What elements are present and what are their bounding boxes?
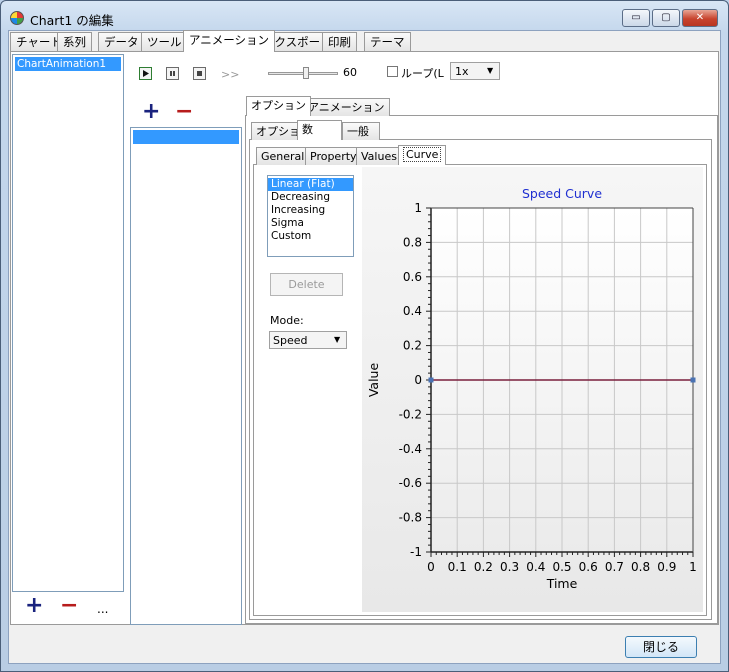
y-tick-label: 0 — [414, 373, 422, 387]
y-tick-label: -0.4 — [399, 442, 422, 456]
remove-step-button[interactable]: − — [175, 101, 193, 123]
x-axis-label: Time — [546, 576, 578, 591]
tab-tools[interactable]: ツール — [141, 32, 188, 51]
close-window-button[interactable]: ✕ — [682, 9, 718, 27]
tab-curve[interactable]: Curve — [398, 145, 447, 165]
step-list[interactable] — [130, 127, 242, 625]
x-tick-label: 0.9 — [657, 560, 676, 574]
x-tick-label: 0.3 — [500, 560, 519, 574]
tab-theme[interactable]: テーマ — [364, 32, 411, 51]
x-tick-label: 0.7 — [605, 560, 624, 574]
add-animation-button[interactable]: + — [25, 595, 43, 617]
more-button[interactable]: ... — [97, 602, 108, 616]
x-tick-label: 0.6 — [579, 560, 598, 574]
slider-value: 60 — [343, 66, 357, 79]
y-tick-label: -1 — [410, 545, 422, 559]
y-tick-label: -0.6 — [399, 476, 422, 490]
app-icon — [10, 11, 24, 25]
animation-list[interactable]: ChartAnimation1 — [12, 54, 124, 592]
chevron-down-icon: ▼ — [487, 66, 494, 75]
stop-button[interactable] — [193, 67, 206, 80]
y-tick-label: -0.8 — [399, 511, 422, 525]
speed-curve-chart: 0 0.1 0.2 0.3 0.4 0.5 0.6 0.7 0.8 0.9 1 1 0.8 0.6 0.4 0… — [362, 167, 703, 612]
pause-icon — [170, 71, 175, 76]
tab-animation-options[interactable]: アニメーション — [303, 98, 390, 116]
series-point — [428, 377, 434, 383]
list-item[interactable]: Custom — [268, 230, 353, 243]
close-button[interactable]: 閉じる — [625, 636, 697, 658]
pause-button[interactable] — [166, 67, 179, 80]
tab-values[interactable]: Values — [356, 147, 402, 165]
y-axis-label: Value — [366, 363, 381, 398]
speed-slider[interactable] — [268, 67, 338, 79]
loop-checkbox[interactable] — [387, 66, 398, 77]
remove-animation-button[interactable]: − — [60, 595, 78, 617]
chevron-down-icon: ▼ — [334, 335, 341, 344]
list-item[interactable]: Linear (Flat) — [268, 178, 353, 191]
x-tick-label: 0.2 — [474, 560, 493, 574]
tab-general-jp[interactable]: 一般 — [342, 122, 380, 140]
y-tick-label: 0.6 — [403, 270, 422, 284]
maximize-button[interactable]: ▢ — [652, 9, 680, 27]
curve-type-list[interactable]: Linear (Flat) Decreasing Increasing Sigm… — [267, 175, 354, 257]
y-tick-label: -0.2 — [399, 407, 422, 421]
series-point — [690, 377, 696, 383]
chart-svg: 0 0.1 0.2 0.3 0.4 0.5 0.6 0.7 0.8 0.9 1 1 0.8 0.6 0.4 0… — [366, 186, 697, 591]
list-item[interactable] — [133, 130, 239, 144]
list-item[interactable]: ChartAnimation1 — [15, 57, 121, 71]
x-tick-label: 0.1 — [448, 560, 467, 574]
y-tick-label: 0.8 — [403, 235, 422, 249]
play-icon — [143, 70, 149, 77]
x-tick-label: 0.4 — [526, 560, 545, 574]
list-item[interactable]: Sigma — [268, 217, 353, 230]
forward-button[interactable]: >> — [221, 68, 239, 81]
minimize-button[interactable]: ▭ — [622, 9, 650, 27]
chart-title: Speed Curve — [522, 186, 602, 201]
mode-label: Mode: — [270, 314, 304, 327]
tab-series[interactable]: 系列 — [57, 32, 92, 51]
tab-count[interactable]: 数 — [297, 120, 342, 140]
slider-thumb[interactable] — [303, 67, 309, 79]
tab-general[interactable]: General — [256, 147, 310, 165]
tab-animation[interactable]: アニメーション — [183, 30, 276, 52]
tab-print[interactable]: 印刷 — [322, 32, 357, 51]
x-tick-label: 0 — [427, 560, 435, 574]
stop-icon — [197, 71, 202, 76]
y-tick-label: 0.2 — [403, 339, 422, 353]
play-button[interactable] — [139, 67, 152, 80]
x-tick-label: 1 — [689, 560, 697, 574]
y-tick-label: 1 — [414, 201, 422, 215]
list-item[interactable]: Decreasing — [268, 191, 353, 204]
y-tick-label: 0.4 — [403, 304, 422, 318]
tab-property[interactable]: Property — [305, 147, 362, 165]
x-tick-label: 0.5 — [552, 560, 571, 574]
window-title: Chart1 の編集 — [30, 13, 114, 28]
speed-select[interactable]: 1x ▼ — [450, 62, 500, 80]
tab-data[interactable]: データ — [98, 32, 145, 51]
loop-label: ループ(L — [401, 67, 444, 80]
list-item[interactable]: Increasing — [268, 204, 353, 217]
tab-options[interactable]: オプション — [246, 96, 311, 116]
x-tick-label: 0.8 — [631, 560, 650, 574]
add-step-button[interactable]: + — [142, 101, 160, 123]
delete-button[interactable]: Delete — [270, 273, 343, 296]
mode-select[interactable]: Speed ▼ — [269, 331, 347, 349]
